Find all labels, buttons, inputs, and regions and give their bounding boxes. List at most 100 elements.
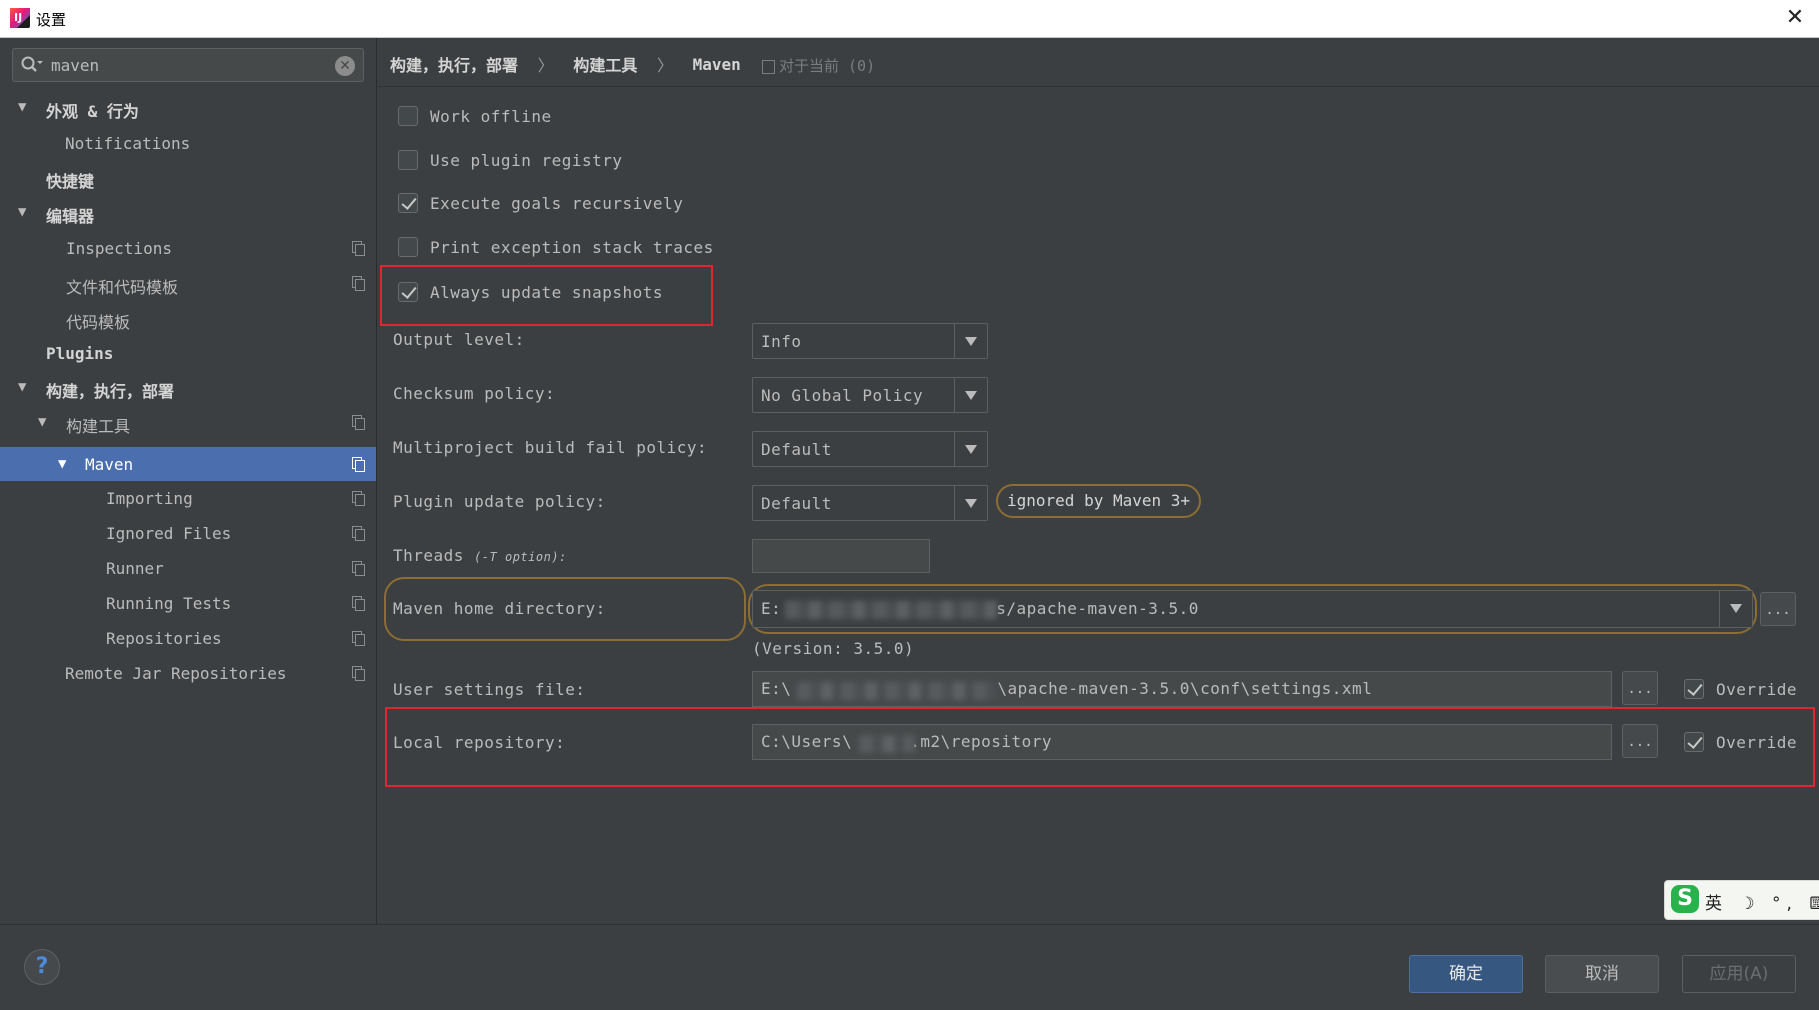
intellij-icon: IJ [10,8,30,28]
breadcrumb-item: 构建工具 [573,56,638,75]
local-repository-override-label: Override [1716,733,1798,752]
apply-button[interactable]: 应用(A) [1682,955,1796,993]
sogou-logo-icon: S [1671,885,1699,913]
local-repository-override-checkbox[interactable] [1684,732,1704,752]
settings-sidebar: maven ✕ ▼ 外观 & 行为 Notifications 快捷键 ▼ 编辑… [0,38,377,924]
output-level-select[interactable]: Info [752,323,988,359]
tree-maven[interactable]: ▼ Maven [0,447,376,481]
for-current-project-note: 对于当前 (0) [762,55,875,76]
plugin-update-hint: ignored by Maven 3+ [996,484,1202,518]
redacted-region [797,682,997,700]
work-offline-checkbox[interactable] [398,106,418,126]
local-repository-browse-button[interactable]: ... [1622,724,1658,758]
maven-home-select[interactable]: E: s/apache-maven-3.5.0 [752,590,1753,628]
maven-version-label: (Version: 3.5.0) [752,639,915,658]
project-scope-icon [352,241,365,256]
always-update-snapshots-label: Always update snapshots [430,283,664,302]
expand-arrow-icon[interactable]: ▼ [38,414,46,430]
breadcrumb-separator: 〉 [537,56,554,75]
maven-home-browse-button[interactable]: ... [1760,592,1796,626]
project-scope-icon [762,59,775,74]
tree-remote-jar-repositories[interactable]: Remote Jar Repositories [0,656,376,690]
expand-arrow-icon[interactable]: ▼ [58,456,66,472]
breadcrumb: 构建，执行，部署 〉 构建工具 〉 Maven [390,52,741,82]
checksum-policy-select[interactable]: No Global Policy [752,377,988,413]
threads-input[interactable] [752,539,930,573]
expand-arrow-icon[interactable]: ▼ [18,99,26,115]
breadcrumb-separator: 〉 [656,56,673,75]
use-plugin-registry-label: Use plugin registry [430,151,623,170]
execute-goals-recursively-checkbox[interactable] [398,193,418,213]
settings-window: IJ 设置 ✕ maven ✕ ▼ 外观 & 行为 Notifications … [0,0,1819,1010]
help-button[interactable]: ? [24,949,60,985]
maven-home-label: Maven home directory: [393,599,606,618]
print-exception-stack-traces-checkbox[interactable] [398,237,418,257]
search-icon [21,56,43,72]
project-scope-icon [352,666,365,681]
chevron-down-icon[interactable] [954,486,987,520]
header-divider [376,86,1819,87]
project-scope-icon [352,526,365,541]
use-plugin-registry-checkbox[interactable] [398,150,418,170]
breadcrumb-item: 构建，执行，部署 [390,56,519,75]
cancel-button[interactable]: 取消 [1545,955,1659,993]
project-scope-icon [352,276,365,291]
user-settings-override-label: Override [1716,680,1798,699]
tree-build-tools[interactable]: ▼ 构建工具 [0,405,376,439]
breadcrumb-item: Maven [692,54,741,74]
redacted-region [785,601,997,619]
window-title: 设置 [36,11,67,29]
local-repository-label: Local repository: [393,733,566,752]
user-settings-override-checkbox[interactable] [1684,679,1704,699]
ime-toolbar[interactable]: S 英 ☽ °, ⌨ [1664,880,1819,920]
threads-label: Threads (-T option): [393,546,567,565]
tree-running-tests[interactable]: Running Tests [0,586,376,620]
tree-notifications[interactable]: Notifications [0,126,376,160]
project-scope-icon [352,561,365,576]
chevron-down-icon[interactable] [954,378,987,412]
project-scope-icon [352,491,365,506]
tree-inspections[interactable]: Inspections [0,231,376,265]
chevron-down-icon[interactable] [1719,591,1752,627]
execute-goals-recursively-label: Execute goals recursively [430,194,684,213]
output-level-label: Output level: [393,330,525,349]
print-exception-stack-traces-label: Print exception stack traces [430,238,714,257]
always-update-snapshots-checkbox[interactable] [398,282,418,302]
close-icon[interactable]: ✕ [1781,4,1809,32]
user-settings-browse-button[interactable]: ... [1622,671,1658,705]
project-scope-icon [352,415,365,430]
tree-ignored-files[interactable]: Ignored Files [0,516,376,550]
local-repository-input[interactable]: C:\Users\ .m2\repository [752,724,1612,760]
for-current-label: 对于当前 (0) [779,57,876,75]
tree-appearance-behavior[interactable]: ▼ 外观 & 行为 [0,90,376,124]
tree-plugins[interactable]: Plugins [0,336,376,370]
expand-arrow-icon[interactable]: ▼ [18,379,26,395]
multiproject-fail-policy-select[interactable]: Default [752,431,988,467]
plugin-update-policy-select[interactable]: Default [752,485,988,521]
tree-file-code-templates[interactable]: 文件和代码模板 [0,266,376,300]
user-settings-input[interactable]: E:\ \apache-maven-3.5.0\conf\settings.xml [752,671,1612,707]
tree-importing[interactable]: Importing [0,481,376,515]
redacted-region [859,735,915,753]
project-scope-icon [352,631,365,646]
tree-live-templates[interactable]: 代码模板 [0,301,376,335]
plugin-update-policy-label: Plugin update policy: [393,492,606,511]
dialog-footer: ? 确定 取消 应用(A) [0,924,1819,1010]
work-offline-label: Work offline [430,107,552,126]
multiproject-fail-policy-label: Multiproject build fail policy: [393,438,708,457]
expand-arrow-icon[interactable]: ▼ [18,204,26,220]
chevron-down-icon[interactable] [954,324,987,358]
ok-button[interactable]: 确定 [1409,955,1523,993]
tree-editor[interactable]: ▼ 编辑器 [0,195,376,229]
tree-repositories[interactable]: Repositories [0,621,376,655]
search-field[interactable]: maven ✕ [12,48,364,82]
ime-status: 英 ☽ °, ⌨ [1705,894,1819,914]
tree-runner[interactable]: Runner [0,551,376,585]
tree-keymap[interactable]: 快捷键 [0,160,376,194]
title-bar: IJ 设置 ✕ [0,0,1819,38]
tree-build-execution-deployment[interactable]: ▼ 构建，执行，部署 [0,370,376,404]
user-settings-label: User settings file: [393,680,586,699]
chevron-down-icon[interactable] [954,432,987,466]
search-input[interactable]: maven [51,56,99,75]
clear-search-icon[interactable]: ✕ [335,56,355,76]
